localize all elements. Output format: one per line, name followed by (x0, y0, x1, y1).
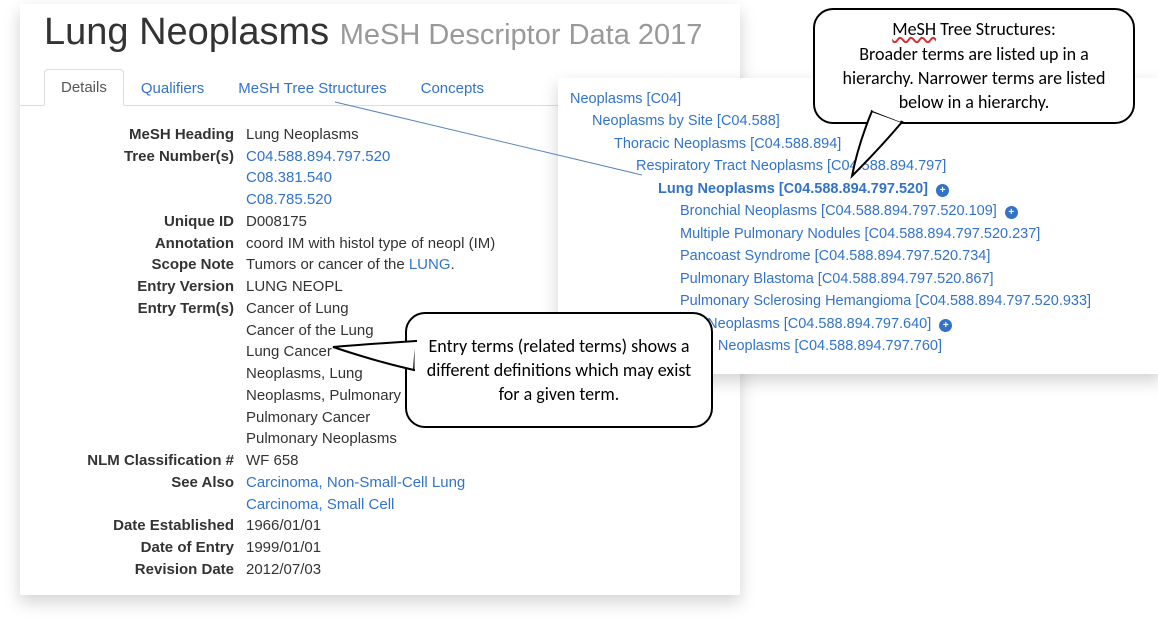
label-annotation: Annotation (44, 233, 246, 255)
tree-node[interactable]: Bronchial Neoplasms [C04.588.894.797.520… (570, 200, 1150, 222)
tree-node-label: Multiple Pulmonary Nodules [C04.588.894.… (680, 226, 1040, 242)
expand-icon[interactable]: + (936, 184, 949, 197)
tree-node-label: Neoplasms by Site [C04.588] (592, 113, 780, 129)
label-date-established: Date Established (44, 515, 246, 537)
label-mesh-heading: MeSH Heading (44, 124, 246, 146)
tree-node[interactable]: Respiratory Tract Neoplasms [C04.588.894… (570, 155, 1150, 177)
page-title: Lung Neoplasms MeSH Descriptor Data 2017 (20, 4, 740, 68)
callout-entry-terms-text: Entry terms (related terms) shows a diff… (425, 334, 693, 407)
value-date-established: 1966/01/01 (246, 515, 716, 537)
callout-tree-structures-rest: Broader terms are listed up in a hierarc… (843, 43, 1106, 114)
see-also-link[interactable]: Carcinoma, Small Cell (246, 494, 716, 516)
tree-node-label: Thoracic Neoplasms [C04.588.894] (614, 136, 841, 152)
tree-node-label: Pulmonary Blastoma [C04.588.894.797.520.… (680, 271, 994, 287)
label-date-of-entry: Date of Entry (44, 537, 246, 559)
tree-node[interactable]: Pulmonary Sclerosing Hemangioma [C04.588… (570, 290, 1150, 312)
label-unique-id: Unique ID (44, 211, 246, 233)
stage: Lung Neoplasms MeSH Descriptor Data 2017… (0, 0, 1158, 627)
entry-term: Pulmonary Neoplasms (246, 428, 716, 450)
see-also-link[interactable]: Carcinoma, Non-Small-Cell Lung (246, 472, 716, 494)
tree-node-label: Pulmonary Sclerosing Hemangioma [C04.588… (680, 293, 1091, 309)
scope-note-link[interactable]: LUNG (409, 256, 451, 273)
page-title-subtitle: MeSH Descriptor Data 2017 (340, 19, 703, 51)
label-entry-terms: Entry Term(s) (44, 298, 246, 450)
callout-tree-structures-suffix: Tree Structures: (936, 18, 1056, 40)
tree-node[interactable]: Pancoast Syndrome [C04.588.894.797.520.7… (570, 245, 1150, 267)
label-entry-version: Entry Version (44, 276, 246, 298)
tree-node-label: Neoplasms [C04] (570, 91, 681, 107)
label-revision-date: Revision Date (44, 559, 246, 581)
tab-qualifiers[interactable]: Qualifiers (124, 70, 221, 106)
tree-node[interactable]: Thoracic Neoplasms [C04.588.894] (570, 133, 1150, 155)
value-date-of-entry: 1999/01/01 (246, 537, 716, 559)
tree-node-label: Lung Neoplasms [C04.588.894.797.520] (658, 181, 928, 197)
value-see-also: Carcinoma, Non-Small-Cell Lung Carcinoma… (246, 472, 716, 516)
label-see-also: See Also (44, 472, 246, 516)
tab-mesh-tree-structures[interactable]: MeSH Tree Structures (221, 70, 403, 106)
tree-node-label: Bronchial Neoplasms [C04.588.894.797.520… (680, 203, 997, 219)
label-scope-note: Scope Note (44, 254, 246, 276)
tree-node[interactable]: Multiple Pulmonary Nodules [C04.588.894.… (570, 223, 1150, 245)
tree-node[interactable]: Pulmonary Blastoma [C04.588.894.797.520.… (570, 268, 1150, 290)
expand-icon[interactable]: + (1005, 206, 1018, 219)
scope-note-suffix: . (451, 256, 455, 273)
callout-entry-terms: Entry terms (related terms) shows a diff… (405, 312, 713, 428)
callout-tree-structures-u: MeSH (892, 18, 936, 40)
expand-icon[interactable]: + (939, 319, 952, 332)
tab-details[interactable]: Details (44, 69, 124, 106)
tree-node-label: Pancoast Syndrome [C04.588.894.797.520.7… (680, 248, 990, 264)
page-title-main: Lung Neoplasms (44, 11, 329, 53)
value-revision-date: 2012/07/03 (246, 559, 716, 581)
tree-node-label: Respiratory Tract Neoplasms [C04.588.894… (636, 158, 946, 174)
tree-node[interactable]: Lung Neoplasms [C04.588.894.797.520] + (570, 178, 1150, 200)
scope-note-prefix: Tumors or cancer of the (246, 256, 409, 273)
callout-tree-structures: MeSH Tree Structures: Broader terms are … (813, 8, 1135, 124)
tab-concepts[interactable]: Concepts (404, 70, 501, 106)
label-tree-numbers: Tree Number(s) (44, 146, 246, 211)
label-nlm-classification: NLM Classification # (44, 450, 246, 472)
value-nlm-classification: WF 658 (246, 450, 716, 472)
